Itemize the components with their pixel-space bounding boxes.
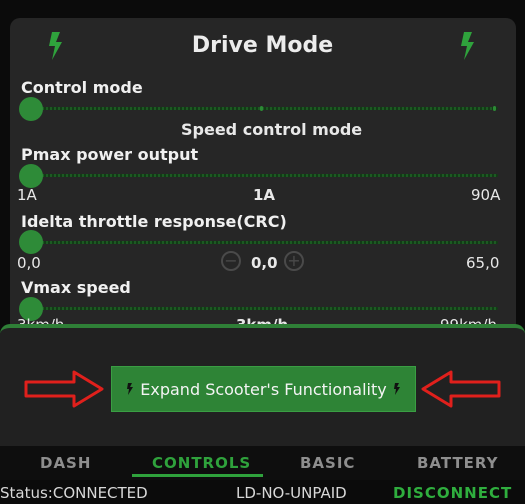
disconnect-button[interactable]: DISCONNECT bbox=[393, 484, 512, 502]
active-tab-indicator bbox=[132, 474, 263, 477]
tab-dash[interactable]: DASH bbox=[40, 454, 91, 472]
expand-functionality-label: Expand Scooter's Functionality bbox=[140, 379, 387, 399]
page-title: Drive Mode bbox=[191, 33, 334, 58]
idelta-slider-thumb[interactable] bbox=[19, 230, 43, 254]
device-name: LD-NO-UNPAID bbox=[236, 484, 347, 502]
tab-basic[interactable]: BASIC bbox=[300, 454, 355, 472]
idelta-label: Idelta throttle response(CRC) bbox=[21, 212, 287, 231]
vmax-label: Vmax speed bbox=[21, 278, 131, 297]
control-mode-slider-thumb[interactable] bbox=[19, 97, 43, 121]
vmax-slider-track[interactable] bbox=[30, 307, 498, 310]
control-mode-value: Speed control mode bbox=[181, 120, 363, 139]
slider-tick bbox=[260, 106, 263, 111]
pmax-label: Pmax power output bbox=[21, 145, 199, 164]
app-frame: Drive Mode Control mode Speed control mo… bbox=[0, 0, 525, 504]
expand-functionality-button[interactable]: Expand Scooter's Functionality bbox=[111, 366, 416, 412]
idelta-max: 65,0 bbox=[466, 254, 500, 272]
pmax-slider-thumb[interactable] bbox=[19, 164, 43, 188]
pmax-slider-track[interactable] bbox=[30, 174, 498, 177]
slider-tick bbox=[493, 106, 496, 111]
bolt-icon bbox=[393, 383, 400, 395]
idelta-min: 0,0 bbox=[17, 254, 41, 272]
decrement-button[interactable]: − bbox=[221, 251, 241, 271]
pmax-max: 90A bbox=[471, 186, 501, 204]
connection-status: Status:CONNECTED bbox=[0, 484, 148, 502]
bolt-icon bbox=[461, 32, 474, 60]
tab-battery[interactable]: BATTERY bbox=[417, 454, 499, 472]
status-bar: Status:CONNECTED LD-NO-UNPAID DISCONNECT bbox=[0, 480, 525, 504]
drive-mode-card bbox=[10, 18, 516, 348]
increment-button[interactable]: + bbox=[284, 251, 304, 271]
arrow-left-icon bbox=[421, 370, 501, 408]
idelta-value: 0,0 bbox=[251, 254, 278, 272]
arrow-right-icon bbox=[24, 370, 104, 408]
pmax-value: 1A bbox=[253, 186, 276, 204]
tab-controls[interactable]: CONTROLS bbox=[152, 454, 251, 472]
control-mode-label: Control mode bbox=[21, 78, 143, 97]
control-mode-slider-track[interactable] bbox=[30, 106, 498, 111]
idelta-slider-track[interactable] bbox=[30, 241, 498, 244]
bolt-icon bbox=[127, 383, 134, 395]
pmax-min: 1A bbox=[17, 186, 37, 204]
